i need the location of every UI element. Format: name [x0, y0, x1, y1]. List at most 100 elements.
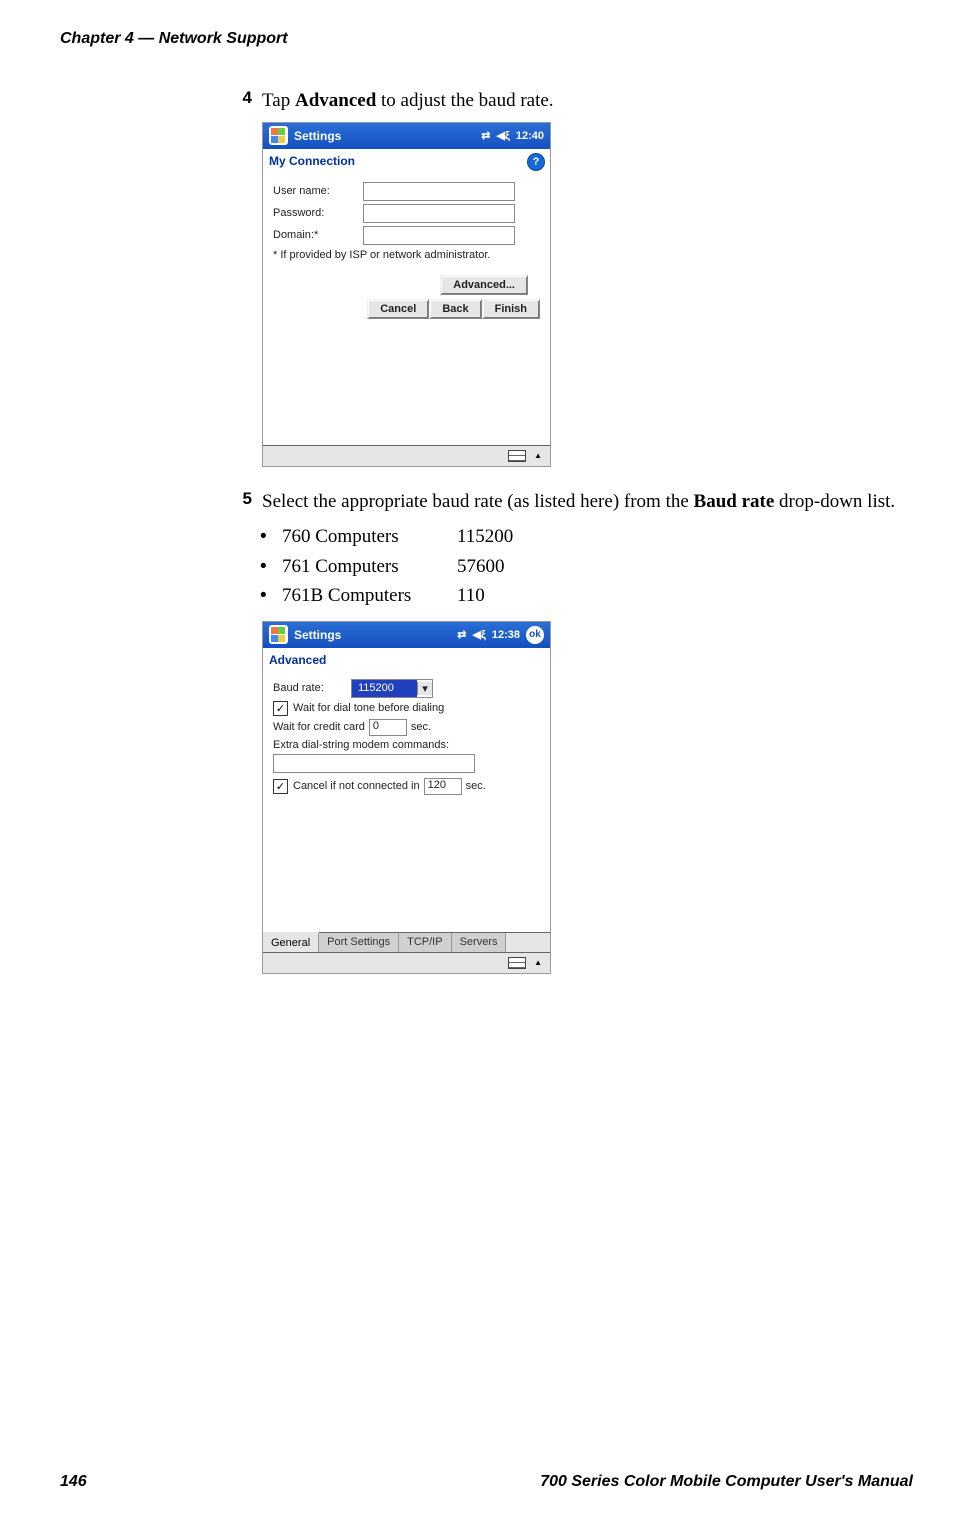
advanced-button[interactable]: Advanced...: [440, 275, 528, 295]
waitcredit-input[interactable]: 0: [369, 719, 407, 736]
username-input[interactable]: [363, 182, 515, 201]
start-icon[interactable]: [269, 625, 288, 644]
sec-label: sec.: [411, 721, 431, 733]
baud-row: Baud rate: 115200 ▾: [273, 679, 540, 698]
password-input[interactable]: [363, 204, 515, 223]
form-area: User name: Password: Domain:* * If provi…: [263, 173, 550, 445]
back-button[interactable]: Back: [429, 299, 481, 319]
extra-label: Extra dial-string modem commands:: [273, 739, 540, 751]
page-header: Chapter 4 — Network Support: [60, 30, 913, 48]
password-label: Password:: [273, 207, 363, 219]
manual-title: 700 Series Color Mobile Computer User's …: [540, 1473, 913, 1491]
tab-tcpip[interactable]: TCP/IP: [399, 933, 451, 952]
finish-button[interactable]: Finish: [482, 299, 540, 319]
page: Chapter 4 — Network Support 4 Tap Advanc…: [0, 0, 973, 1519]
chevron-down-icon: ▾: [417, 682, 432, 695]
titlebar-title: Settings: [294, 628, 457, 642]
connectivity-icon[interactable]: ⇄: [457, 628, 466, 641]
dash: —: [138, 30, 154, 47]
titlebar: Settings ⇄ ◀ξ 12:40: [263, 123, 550, 149]
titlebar-title: Settings: [294, 129, 481, 143]
sip-bar: ▲: [263, 952, 550, 973]
waitdial-checkbox[interactable]: ✓: [273, 701, 288, 716]
cancel-button[interactable]: Cancel: [367, 299, 429, 319]
tab-bar: General Port Settings TCP/IP Servers: [263, 932, 550, 952]
chapter-title: Network Support: [159, 30, 288, 47]
tab-general[interactable]: General: [263, 932, 319, 952]
list-item: • 761B Computers 110: [260, 581, 913, 610]
start-icon[interactable]: [269, 126, 288, 145]
keyboard-icon[interactable]: [508, 450, 526, 462]
baud-value: 110: [457, 581, 485, 610]
sip-bar: ▲: [263, 445, 550, 466]
titlebar-icons: ⇄ ◀ξ 12:40: [481, 129, 544, 142]
baud-value: 57600: [457, 552, 505, 581]
help-icon[interactable]: ?: [528, 154, 544, 170]
bullet-icon: •: [260, 522, 282, 551]
arrow-up-icon[interactable]: ▲: [534, 958, 542, 967]
page-subtitle-row: Advanced: [263, 648, 550, 670]
username-row: User name:: [273, 182, 540, 201]
list-item: • 760 Computers 115200: [260, 522, 913, 551]
clock[interactable]: 12:40: [516, 130, 544, 142]
baud-value: 115200: [457, 522, 513, 551]
sec-label: sec.: [466, 780, 486, 792]
waitdial-label: Wait for dial tone before dialing: [293, 702, 444, 714]
connectivity-icon[interactable]: ⇄: [481, 129, 490, 142]
chapter-label: Chapter 4 — Network Support: [60, 30, 288, 48]
baud-selected: 115200: [352, 680, 417, 697]
step-5: 5 Select the appropriate baud rate (as l…: [230, 489, 913, 515]
bold-term: Baud rate: [694, 491, 775, 512]
form-area: Baud rate: 115200 ▾ ✓ Wait for dial tone…: [263, 670, 550, 932]
tab-port-settings[interactable]: Port Settings: [319, 933, 399, 952]
tab-servers[interactable]: Servers: [452, 933, 507, 952]
text: Select the appropriate baud rate (as lis…: [262, 491, 694, 512]
domain-input[interactable]: [363, 226, 515, 245]
computer-model: 761B Computers: [282, 581, 457, 610]
waitdial-row: ✓ Wait for dial tone before dialing: [273, 701, 540, 716]
bold-term: Advanced: [295, 90, 376, 111]
computer-model: 760 Computers: [282, 522, 457, 551]
titlebar-icons: ⇄ ◀ξ 12:38 ok: [457, 626, 544, 644]
domain-row: Domain:*: [273, 226, 540, 245]
step-number: 4: [230, 88, 252, 114]
waitcredit-row: Wait for credit card 0 sec.: [273, 719, 540, 736]
username-label: User name:: [273, 185, 363, 197]
step-4: 4 Tap Advanced to adjust the baud rate.: [230, 88, 913, 114]
keyboard-icon[interactable]: [508, 957, 526, 969]
screenshot-my-connection: Settings ⇄ ◀ξ 12:40 My Connection ? User…: [262, 122, 551, 467]
step-text: Select the appropriate baud rate (as lis…: [262, 489, 895, 515]
volume-icon[interactable]: ◀ξ: [473, 628, 486, 641]
cancelnot-label: Cancel if not connected in: [293, 780, 420, 792]
page-number: 146: [60, 1473, 87, 1491]
arrow-up-icon[interactable]: ▲: [534, 451, 542, 460]
cancelnot-checkbox[interactable]: ✓: [273, 779, 288, 794]
baud-rate-list: • 760 Computers 115200 • 761 Computers 5…: [260, 522, 913, 610]
step-text: Tap Advanced to adjust the baud rate.: [262, 88, 554, 114]
domain-label: Domain:*: [273, 229, 363, 241]
ok-button[interactable]: ok: [526, 626, 544, 644]
computer-model: 761 Computers: [282, 552, 457, 581]
titlebar: Settings ⇄ ◀ξ 12:38 ok: [263, 622, 550, 648]
nav-buttons: Cancel Back Finish: [273, 299, 540, 319]
cancel-notconnected-row: ✓ Cancel if not connected in 120 sec.: [273, 778, 540, 795]
volume-icon[interactable]: ◀ξ: [497, 129, 510, 142]
waitcredit-label: Wait for credit card: [273, 721, 365, 733]
baud-dropdown[interactable]: 115200 ▾: [351, 679, 433, 698]
clock[interactable]: 12:38: [492, 629, 520, 641]
text: drop-down list.: [774, 491, 895, 512]
password-row: Password:: [273, 204, 540, 223]
bullet-icon: •: [260, 552, 282, 581]
content-area: 4 Tap Advanced to adjust the baud rate. …: [230, 88, 913, 974]
text: to adjust the baud rate.: [376, 90, 553, 111]
baud-label: Baud rate:: [273, 682, 351, 694]
chapter-number: Chapter 4: [60, 30, 134, 47]
isp-note: * If provided by ISP or network administ…: [273, 249, 540, 261]
step-number: 5: [230, 489, 252, 515]
advanced-row: Advanced...: [273, 275, 528, 295]
page-subtitle-row: My Connection ?: [263, 149, 550, 173]
text: Tap: [262, 90, 295, 111]
extra-input[interactable]: [273, 754, 475, 773]
cancelnot-input[interactable]: 120: [424, 778, 462, 795]
page-footer: 146 700 Series Color Mobile Computer Use…: [60, 1473, 913, 1491]
